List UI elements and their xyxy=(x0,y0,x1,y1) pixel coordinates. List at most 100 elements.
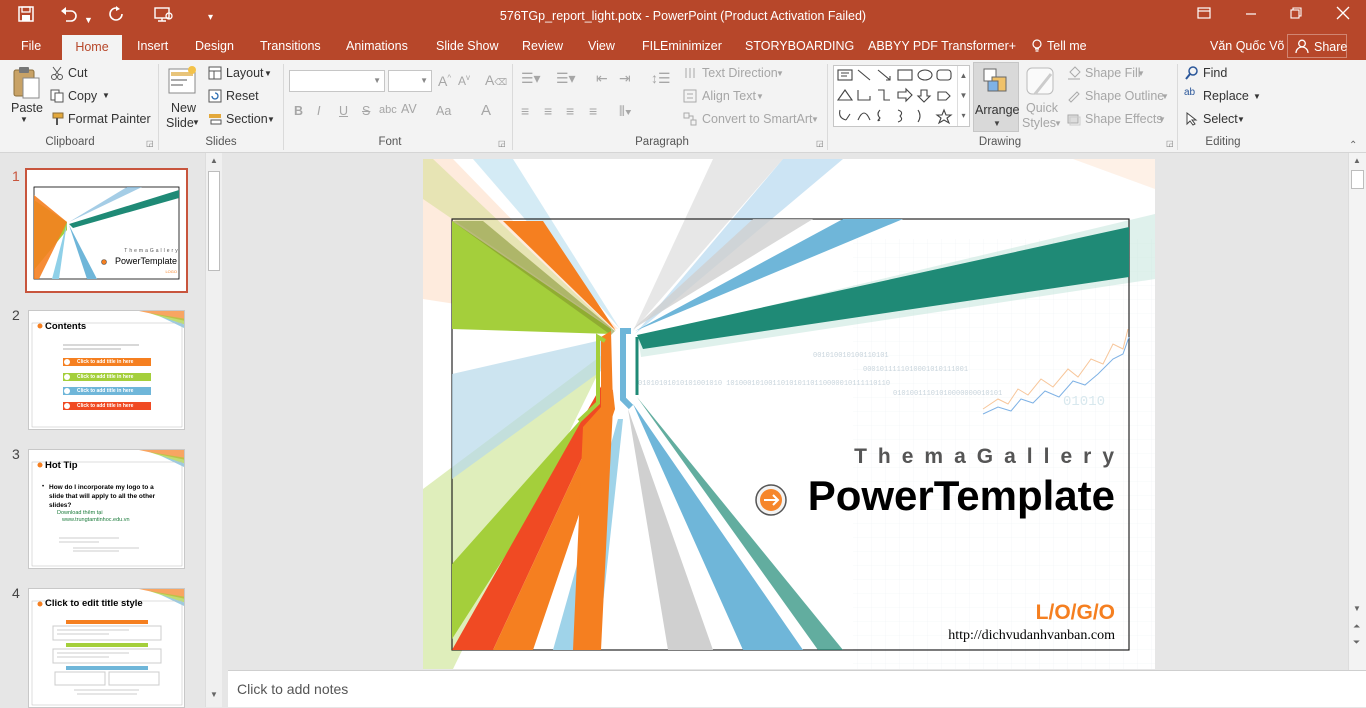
tab-slideshow[interactable]: Slide Show xyxy=(436,39,499,53)
quick-styles-dropdown-icon[interactable]: ▼ xyxy=(1054,119,1062,128)
paragraph-launcher-icon[interactable]: ◲ xyxy=(816,139,824,148)
quick-styles-label-2[interactable]: Styles xyxy=(1022,116,1056,130)
align-text-dropdown-icon[interactable]: ▼ xyxy=(756,92,764,101)
shapes-scroll[interactable]: ▲ ▼ ▾ xyxy=(957,66,969,126)
tab-transitions[interactable]: Transitions xyxy=(260,39,321,53)
char-spacing-button[interactable]: AV xyxy=(401,102,417,116)
bullets-icon[interactable]: ☰▾ xyxy=(521,70,541,87)
new-slide-dropdown-icon[interactable]: ▼ xyxy=(192,118,200,127)
shape-effects-dropdown-icon[interactable]: ▼ xyxy=(1158,115,1166,124)
user-name[interactable]: Văn Quốc Võ xyxy=(1210,39,1284,53)
paste-dropdown-icon[interactable]: ▼ xyxy=(20,115,28,124)
slide-canvas[interactable]: 001010010100110101 000101111101000101011… xyxy=(423,159,1155,669)
text-direction-icon[interactable] xyxy=(683,66,697,83)
increase-indent-icon[interactable]: ⇥ xyxy=(619,70,631,87)
reset-icon[interactable] xyxy=(208,89,222,106)
notes-placeholder[interactable]: Click to add notes xyxy=(237,681,348,697)
slide-url[interactable]: http://dichvudanhvanban.com xyxy=(863,628,1115,644)
numbering-icon[interactable]: ☰▾ xyxy=(556,70,576,87)
decrease-font-icon[interactable]: Av xyxy=(458,73,470,88)
tab-home[interactable]: Home xyxy=(62,35,122,60)
scroll-down-icon[interactable]: ▼ xyxy=(1353,604,1361,613)
clear-formatting-icon[interactable]: A⌫ xyxy=(485,72,507,88)
underline-button[interactable]: U xyxy=(339,104,348,118)
change-case-button[interactable]: Aa xyxy=(436,104,451,118)
shape-effects-button[interactable]: Shape Effects xyxy=(1085,112,1163,126)
paste-icon[interactable] xyxy=(11,66,41,103)
scroll-thumb[interactable] xyxy=(208,171,220,271)
drawing-launcher-icon[interactable]: ◲ xyxy=(1166,139,1174,148)
next-slide-icon[interactable]: ⏷ xyxy=(1353,637,1360,648)
scroll-up-icon[interactable]: ▲ xyxy=(210,156,218,165)
ribbon-display-icon[interactable] xyxy=(1197,6,1211,22)
replace-dropdown-icon[interactable]: ▼ xyxy=(1253,92,1261,101)
tab-fileminimizer[interactable]: FILEminimizer xyxy=(642,39,722,53)
strikethrough-button[interactable]: S xyxy=(362,104,370,118)
chevron-down-icon[interactable]: ▼ xyxy=(420,76,428,85)
text-direction-button[interactable]: Text Direction xyxy=(702,66,778,80)
new-slide-label-2[interactable]: Slide xyxy=(166,116,194,130)
convert-smartart-button[interactable]: Convert to SmartArt xyxy=(702,112,812,126)
select-dropdown-icon[interactable]: ▼ xyxy=(1237,115,1245,124)
paste-button[interactable]: Paste xyxy=(11,101,43,115)
find-icon[interactable] xyxy=(1185,66,1199,83)
cut-icon[interactable] xyxy=(50,66,64,83)
tab-view[interactable]: View xyxy=(588,39,615,53)
clipboard-launcher-icon[interactable]: ◲ xyxy=(146,139,154,148)
align-text-icon[interactable] xyxy=(683,89,697,106)
tell-me-search[interactable]: Tell me xyxy=(1047,39,1087,53)
font-size-combo[interactable]: ▼ xyxy=(388,70,432,92)
replace-icon[interactable]: ab xyxy=(1184,87,1195,98)
reset-button[interactable]: Reset xyxy=(226,89,259,103)
notes-pane[interactable]: Click to add notes xyxy=(228,670,1366,707)
shape-outline-icon[interactable] xyxy=(1067,89,1081,106)
slide-thumbnail-2[interactable]: Contents Click to add title in here Clic… xyxy=(28,310,185,430)
shape-effects-icon[interactable] xyxy=(1067,112,1081,129)
quick-styles-button[interactable]: Quick xyxy=(1026,101,1058,115)
restore-icon[interactable] xyxy=(1290,6,1302,22)
increase-font-icon[interactable]: A^ xyxy=(438,73,451,89)
previous-slide-icon[interactable]: ⏶ xyxy=(1353,621,1360,632)
replace-button[interactable]: Replace xyxy=(1203,89,1249,103)
font-launcher-icon[interactable]: ◲ xyxy=(498,139,506,148)
cut-button[interactable]: Cut xyxy=(68,66,87,80)
justify-icon[interactable]: ≡ xyxy=(589,103,597,119)
shape-fill-dropdown-icon[interactable]: ▼ xyxy=(1137,69,1145,78)
select-button[interactable]: Select xyxy=(1203,112,1238,126)
select-cursor-icon[interactable] xyxy=(1186,111,1198,129)
layout-icon[interactable] xyxy=(208,66,222,83)
tab-animations[interactable]: Animations xyxy=(346,39,408,53)
shape-fill-icon[interactable] xyxy=(1067,66,1081,83)
close-icon[interactable] xyxy=(1336,6,1350,23)
section-icon[interactable] xyxy=(208,112,222,129)
tab-insert[interactable]: Insert xyxy=(137,39,168,53)
share-button[interactable]: Share xyxy=(1287,34,1347,58)
tab-review[interactable]: Review xyxy=(522,39,563,53)
line-spacing-icon[interactable]: ↕☰ xyxy=(651,70,671,87)
slide-thumbnail-4[interactable]: Click to edit title style xyxy=(28,588,185,708)
shapes-gallery[interactable]: ▲ ▼ ▾ xyxy=(833,65,970,127)
section-button[interactable]: Section xyxy=(226,112,268,126)
tellme-icon[interactable] xyxy=(1032,39,1042,56)
columns-icon[interactable]: ⫴▾ xyxy=(619,103,632,120)
format-painter-button[interactable]: Format Painter xyxy=(68,112,151,126)
scroll-down-icon[interactable]: ▼ xyxy=(210,690,218,699)
tab-file[interactable]: File xyxy=(21,39,41,53)
shape-outline-dropdown-icon[interactable]: ▼ xyxy=(1161,92,1169,101)
scroll-up-icon[interactable]: ▲ xyxy=(1353,156,1361,165)
new-slide-button[interactable]: New xyxy=(171,101,196,115)
scroll-thumb[interactable] xyxy=(1351,170,1364,189)
smartart-icon[interactable] xyxy=(683,112,697,129)
smartart-dropdown-icon[interactable]: ▼ xyxy=(811,115,819,124)
chevron-down-icon[interactable]: ▼ xyxy=(373,76,381,85)
slide-thumbnail-3[interactable]: Hot Tip • How do I incorporate my logo t… xyxy=(28,449,185,569)
tab-abbyy[interactable]: ABBYY PDF Transformer+ xyxy=(868,39,1016,53)
tab-design[interactable]: Design xyxy=(195,39,234,53)
find-button[interactable]: Find xyxy=(1203,66,1227,80)
align-center-icon[interactable]: ≡ xyxy=(544,103,552,119)
font-name-combo[interactable]: ▼ xyxy=(289,70,385,92)
decrease-indent-icon[interactable]: ⇤ xyxy=(596,70,608,87)
slide-thumbnail-1[interactable]: ThemaGallery PowerTemplate LOGO xyxy=(25,168,188,293)
align-right-icon[interactable]: ≡ xyxy=(566,103,574,119)
arrange-button[interactable]: Arrange ▼ xyxy=(973,62,1019,132)
